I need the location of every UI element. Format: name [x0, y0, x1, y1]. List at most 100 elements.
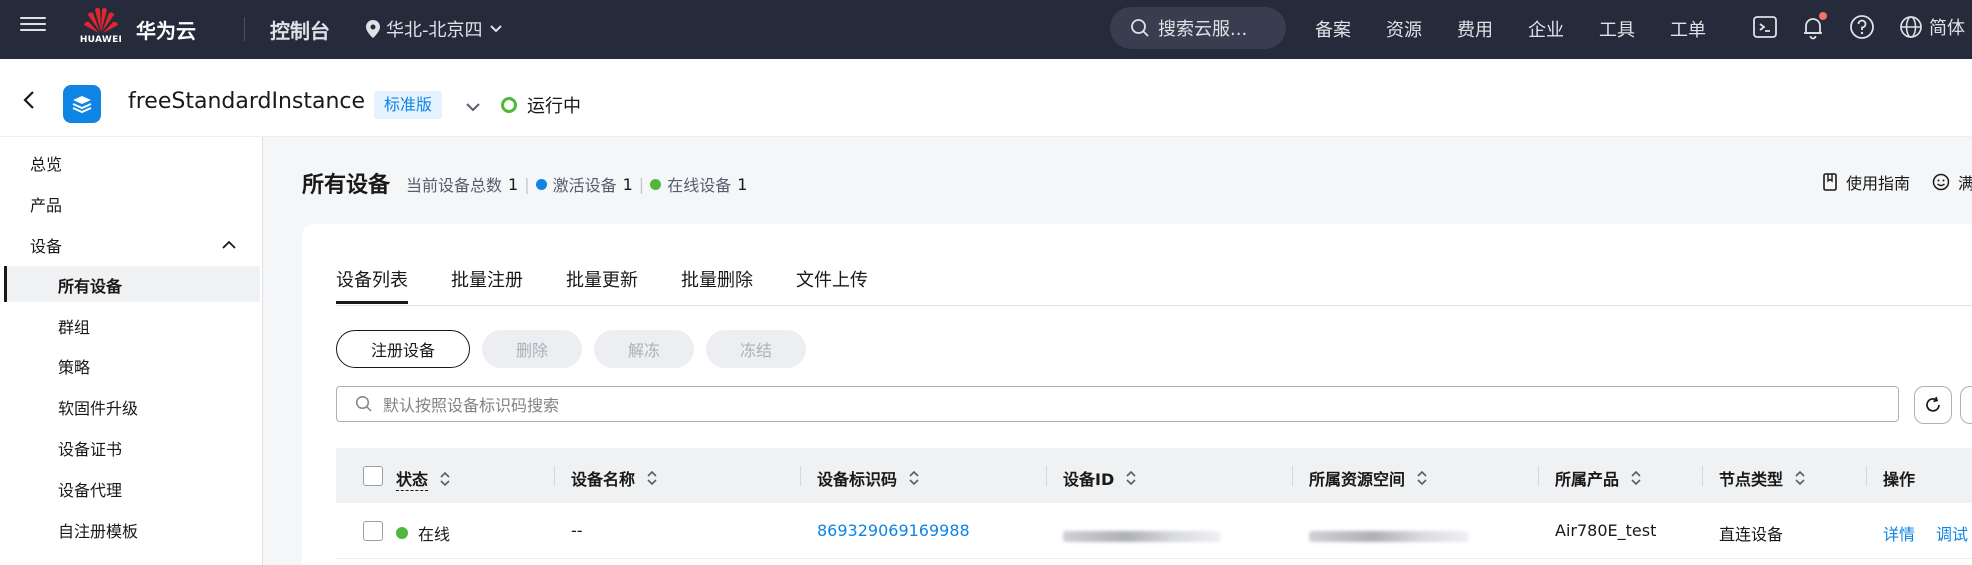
column-device-id[interactable]: 设备ID — [1063, 466, 1138, 490]
sort-icon — [1631, 470, 1641, 486]
back-arrow-icon[interactable] — [22, 89, 36, 115]
delete-button[interactable]: 删除 — [482, 330, 582, 368]
refresh-button[interactable] — [1914, 386, 1952, 424]
region-selector[interactable]: 华北-北京四 — [366, 16, 503, 42]
nav-link-resources[interactable]: 资源 — [1386, 16, 1422, 42]
bell-icon[interactable] — [1800, 12, 1827, 40]
nav-link-billing[interactable]: 费用 — [1457, 16, 1493, 42]
row-identifier-link[interactable]: 869329069169988 — [817, 521, 970, 540]
logo-text: HUAWEI — [79, 35, 123, 45]
tab-batch-delete[interactable]: 批量删除 — [681, 266, 753, 304]
row-checkbox[interactable] — [363, 521, 383, 541]
sidebar-item-certificates[interactable]: 设备证书 — [58, 436, 122, 460]
column-device-name[interactable]: 设备名称 — [571, 466, 659, 490]
user-guide-label: 使用指南 — [1846, 174, 1911, 193]
page-title: 所有设备 — [302, 173, 391, 198]
instance-switch-chevron-icon[interactable] — [465, 97, 481, 116]
row-details-link[interactable]: 详情 — [1883, 521, 1915, 545]
select-all-checkbox[interactable] — [363, 466, 383, 486]
column-resource-space[interactable]: 所属资源空间 — [1309, 466, 1429, 490]
table-row: 在线 -- 869329069169988 Air780E_test 直连设备 … — [336, 503, 1972, 559]
help-icon[interactable] — [1849, 14, 1875, 40]
sort-icon — [1126, 470, 1136, 486]
sort-icon — [1417, 470, 1427, 486]
smile-icon — [1932, 173, 1950, 191]
nav-link-enterprise[interactable]: 企业 — [1528, 16, 1564, 42]
nav-link-tools[interactable]: 工具 — [1599, 16, 1635, 42]
tab-device-list[interactable]: 设备列表 — [336, 266, 408, 304]
unfreeze-button[interactable]: 解冻 — [594, 330, 694, 368]
sort-icon — [1795, 470, 1805, 486]
column-product-label: 所属产品 — [1555, 470, 1620, 489]
total-value: 1 — [508, 174, 519, 194]
column-device-name-label: 设备名称 — [571, 470, 636, 489]
sidebar-item-label: 所有设备 — [58, 277, 123, 296]
column-identifier[interactable]: 设备标识码 — [817, 466, 921, 490]
column-actions: 操作 — [1883, 466, 1915, 490]
sidebar-item-devices[interactable]: 设备 — [30, 233, 62, 257]
total-label: 当前设备总数 — [406, 176, 503, 195]
sidebar-item-groups[interactable]: 群组 — [58, 314, 90, 338]
sidebar-item-policies[interactable]: 策略 — [58, 354, 90, 378]
instance-header: freeStandardInstance 标准版 运行中 — [0, 59, 1972, 137]
chevron-down-icon — [489, 25, 502, 33]
global-search-placeholder: 搜索云服... — [1158, 19, 1248, 40]
sidebar: 总览 产品 设备 所有设备 群组 策略 软固件升级 设备证书 设备代理 自注册模… — [0, 137, 263, 565]
row-node-type: 直连设备 — [1719, 525, 1784, 544]
sidebar-item-self-registration[interactable]: 自注册模板 — [58, 518, 138, 542]
online-status-icon — [396, 527, 408, 539]
online-value: 1 — [737, 174, 748, 194]
online-dot-icon — [650, 178, 662, 190]
tab-file-upload[interactable]: 文件上传 — [796, 266, 868, 304]
edition-badge: 标准版 — [374, 91, 443, 119]
column-product[interactable]: 所属产品 — [1555, 466, 1643, 490]
device-stats: 当前设备总数 1 | 激活设备 1 | 在线设备 1 — [406, 172, 747, 196]
nav-link-filing[interactable]: 备案 — [1315, 16, 1351, 42]
language-selector[interactable]: 简体 — [1899, 14, 1972, 40]
tab-batch-update[interactable]: 批量更新 — [566, 266, 638, 304]
row-debug-link[interactable]: 调试 — [1936, 521, 1968, 545]
user-guide-link[interactable]: 使用指南 — [1822, 170, 1910, 194]
region-label: 华北-北京四 — [386, 20, 483, 41]
column-node-type[interactable]: 节点类型 — [1719, 466, 1807, 490]
search-icon — [355, 395, 372, 412]
search-icon — [1131, 19, 1149, 37]
sidebar-item-device-proxy[interactable]: 设备代理 — [58, 477, 122, 501]
iotda-logo-icon — [63, 85, 101, 123]
global-search[interactable]: 搜索云服... — [1110, 7, 1286, 49]
column-resource-space-label: 所属资源空间 — [1309, 470, 1406, 489]
status-running-icon — [501, 97, 517, 113]
console-link[interactable]: 控制台 — [270, 15, 330, 44]
active-value: 1 — [622, 174, 633, 194]
satisfaction-link[interactable]: 满 — [1932, 170, 1972, 194]
register-device-button[interactable]: 注册设备 — [336, 330, 470, 368]
huawei-logo[interactable]: HUAWEI — [79, 6, 123, 54]
nav-link-tickets[interactable]: 工单 — [1670, 16, 1706, 42]
sort-icon — [440, 471, 450, 486]
table-header: 状态 设备名称 设备标识码 设备ID 所属资源空间 所属产品 节点类型 操作 — [336, 448, 1972, 503]
instance-name: freeStandardInstance — [128, 89, 366, 114]
tab-divider — [336, 305, 1972, 306]
device-search-input[interactable]: 默认按照设备标识码搜索 — [336, 386, 1899, 422]
sidebar-item-overview[interactable]: 总览 — [30, 151, 62, 175]
freeze-button[interactable]: 冻结 — [706, 330, 806, 368]
sidebar-item-firmware-upgrade[interactable]: 软固件升级 — [58, 395, 138, 419]
column-status[interactable]: 状态 — [396, 466, 452, 491]
column-node-type-label: 节点类型 — [1719, 470, 1784, 489]
menu-icon[interactable] — [20, 13, 46, 39]
settings-button[interactable] — [1960, 386, 1972, 424]
tab-batch-register[interactable]: 批量注册 — [451, 266, 523, 304]
terminal-icon[interactable] — [1752, 14, 1778, 40]
column-actions-label: 操作 — [1883, 470, 1916, 489]
language-label: 简体 — [1929, 18, 1965, 39]
brand-name[interactable]: 华为云 — [136, 15, 196, 44]
sort-icon — [909, 470, 919, 486]
sidebar-item-products[interactable]: 产品 — [30, 192, 62, 216]
column-identifier-label: 设备标识码 — [817, 470, 898, 489]
instance-status: 运行中 — [501, 92, 581, 118]
top-nav: HUAWEI 华为云 控制台 华北-北京四 搜索云服... 备案 资源 费用 企… — [0, 0, 1972, 59]
satisfaction-label: 满 — [1958, 174, 1972, 193]
chevron-up-icon[interactable] — [221, 235, 237, 254]
sidebar-item-all-devices[interactable]: 所有设备 — [4, 266, 260, 302]
book-icon — [1823, 173, 1837, 191]
